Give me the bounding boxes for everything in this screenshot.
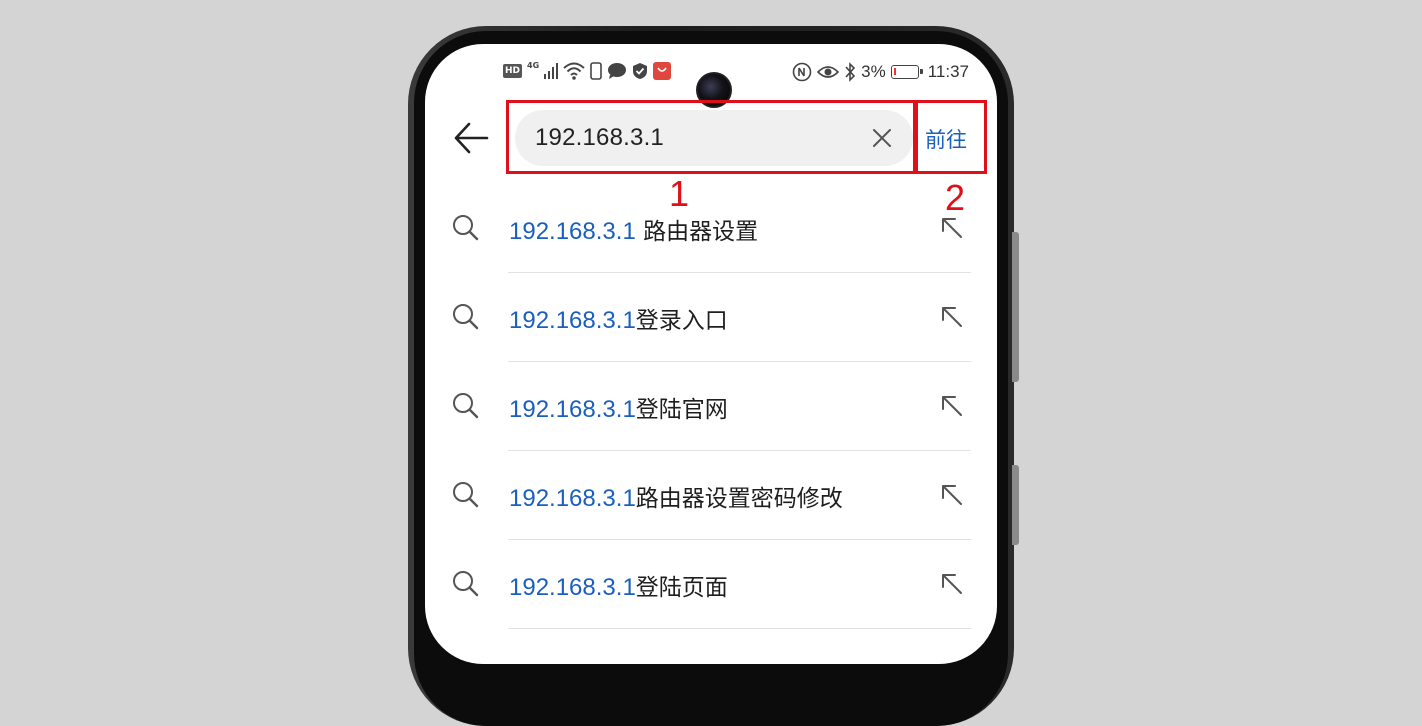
search-icon [453,393,479,419]
annotation-box-2 [915,100,987,174]
suggestion-text: 192.168.3.1登陆官网 [509,390,728,424]
4g-signal-icon: 4G [527,60,540,70]
arrow-left-icon [454,122,489,154]
eye-comfort-icon [817,66,840,78]
huawei-store-icon [653,62,672,80]
nfc-icon [792,62,812,82]
battery-percent: 3% [861,62,886,81]
suggestion-label: 路由器设置 [635,219,759,245]
suggestion-text: 192.168.3.1登陆页面 [509,568,728,602]
battery-icon [890,65,923,79]
search-icon [453,571,479,597]
divider [508,628,971,629]
suggestion-ip: 192.168.3.1 [509,574,636,601]
back-button[interactable] [449,120,493,156]
suggestion-item[interactable]: 192.168.3.1登陆官网 [425,362,997,451]
search-icon [453,215,479,241]
volume-button [1012,232,1019,382]
suggestion-text: 192.168.3.1登录入口 [509,301,728,335]
suggestion-label: 路由器设置密码修改 [635,486,843,512]
status-bar: HD 4G 3% 11:37 [425,60,997,108]
annotation-box-1 [506,100,916,174]
power-button [1012,465,1019,545]
suggestion-ip: 192.168.3.1 [509,396,636,423]
suggestion-item[interactable]: 192.168.3.1路由器设置密码修改 [425,451,997,540]
message-icon [608,63,627,79]
status-left-icons: HD 4G [503,60,672,80]
fill-arrow-icon[interactable] [939,304,965,330]
phone-icon [590,62,602,80]
status-right-icons: 3% 11:37 [792,62,969,82]
shield-icon [633,63,648,79]
phone-screen: HD 4G 3% 11:37 192.168.3.1 前往 1 2 192.16… [425,44,997,664]
suggestion-label: 登陆页面 [635,575,728,601]
bluetooth-icon [845,62,856,82]
fill-arrow-icon[interactable] [939,215,965,241]
fill-arrow-icon[interactable] [939,571,965,597]
fill-arrow-icon[interactable] [939,393,965,419]
suggestion-item[interactable]: 192.168.3.1 路由器设置 [425,184,997,273]
suggestion-ip: 192.168.3.1 [509,485,636,512]
suggestion-text: 192.168.3.1路由器设置密码修改 [509,479,843,513]
fill-arrow-icon[interactable] [939,482,965,508]
suggestion-ip: 192.168.3.1 [509,218,636,245]
search-icon [453,482,479,508]
search-icon [453,304,479,330]
suggestion-label: 登陆官网 [635,397,728,423]
suggestion-list: 192.168.3.1 路由器设置 192.168.3.1登录入口 192.16… [425,184,997,629]
hd-icon: HD [503,64,523,78]
suggestion-item[interactable]: 192.168.3.1登录入口 [425,273,997,362]
suggestion-text: 192.168.3.1 路由器设置 [509,212,758,246]
suggestion-label: 登录入口 [635,308,728,334]
status-time: 11:37 [927,62,969,81]
signal-bars-icon [544,63,559,79]
wifi-icon [563,62,585,80]
suggestion-item[interactable]: 192.168.3.1登陆页面 [425,540,997,629]
suggestion-ip: 192.168.3.1 [509,307,636,334]
